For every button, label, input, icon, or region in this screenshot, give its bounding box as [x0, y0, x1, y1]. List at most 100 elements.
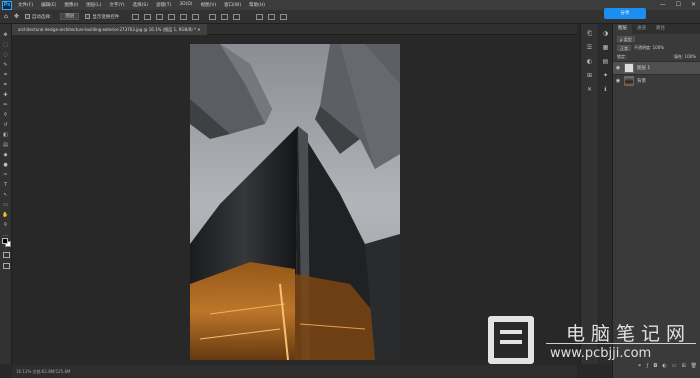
- tab-paths[interactable]: 路径: [651, 24, 670, 34]
- menu-item[interactable]: 图层(L): [86, 2, 101, 8]
- layer-name: 图层 1: [637, 66, 651, 71]
- channels-icon[interactable]: ⊞: [585, 72, 594, 80]
- align-center-icon[interactable]: [144, 13, 152, 20]
- menu-item[interactable]: 滤镜(T): [156, 2, 171, 8]
- align-middle-icon[interactable]: [180, 13, 188, 20]
- quick-select-tool-icon[interactable]: ✎: [2, 62, 10, 69]
- brush-tool-icon[interactable]: ✏: [2, 102, 10, 109]
- info-icon[interactable]: ℹ: [601, 86, 610, 94]
- layer-row[interactable]: ◉ 图层 1: [613, 61, 700, 74]
- checkbox-icon: [24, 14, 30, 19]
- menu-item[interactable]: 文字(Y): [109, 2, 124, 8]
- opacity-field[interactable]: 不透明度: 100%: [634, 45, 664, 51]
- dodge-tool-icon[interactable]: ●: [2, 162, 10, 169]
- styles-icon[interactable]: ✦: [601, 72, 610, 80]
- tools-panel: ✥ ⬚ ◌ ✎ ⌗ ✒ ✚ ✏ ⚲ ↺ ◧ ▤ ◆ ● ✑ T ↖ ▭ ✋ ⚲ …: [0, 24, 12, 364]
- libraries-icon[interactable]: ▤: [601, 58, 610, 66]
- show-transform-checkbox[interactable]: 显示变换控件: [85, 14, 119, 20]
- menu-items: 文件(F) 编辑(E) 图像(I) 图层(L) 文字(Y) 选择(S) 滤镜(T) 3D(D)…: [18, 2, 265, 8]
- distribute-icon[interactable]: [233, 13, 241, 20]
- show-transform-label: 显示变换控件: [92, 14, 120, 20]
- tab-layers[interactable]: 图层: [613, 24, 632, 34]
- 3d-mode-icon[interactable]: [256, 13, 264, 20]
- visibility-eye-icon[interactable]: ◉: [615, 78, 621, 84]
- layer-filter-select[interactable]: ρ 类型: [617, 35, 635, 42]
- distribute-icon[interactable]: [209, 13, 217, 20]
- blend-mode-select[interactable]: 正常: [617, 44, 631, 51]
- panel-collapse-strip: ◑ ▦ ▤ ✦ ℹ: [599, 24, 612, 364]
- auto-select-checkbox[interactable]: 自动选择：: [24, 14, 55, 20]
- menu-item[interactable]: 帮助(H): [249, 2, 265, 8]
- lasso-tool-icon[interactable]: ◌: [2, 52, 10, 59]
- document-tab[interactable]: architectural-design-architecture-buildi…: [12, 24, 207, 35]
- panel-icon-strip: ⎗ ☰ ◐ ⊞ ✕: [580, 24, 598, 364]
- path-select-tool-icon[interactable]: ↖: [2, 192, 10, 199]
- watermark-logo-icon: [488, 316, 534, 364]
- maximize-button[interactable]: ☐: [676, 1, 681, 8]
- lock-label: 锁定:: [617, 53, 627, 59]
- watermark-url: www.pcbjji.com: [550, 346, 652, 361]
- foreground-color-swatch[interactable]: [2, 238, 8, 244]
- document-canvas[interactable]: [190, 44, 400, 360]
- color-icon[interactable]: ◑: [601, 30, 610, 38]
- paths-icon[interactable]: ✕: [585, 86, 594, 94]
- marquee-tool-icon[interactable]: ⬚: [2, 42, 10, 49]
- menu-item[interactable]: 窗口(W): [224, 2, 241, 8]
- history-icon[interactable]: ⎗: [585, 30, 594, 38]
- watermark-divider: [546, 343, 696, 344]
- menu-item[interactable]: 文件(F): [18, 2, 33, 8]
- auto-select-dropdown[interactable]: 图层: [60, 13, 80, 20]
- zoom-tool-icon[interactable]: ⚲: [2, 222, 10, 229]
- eraser-tool-icon[interactable]: ◧: [2, 132, 10, 139]
- document-tab-bar: architectural-design-architecture-buildi…: [12, 24, 577, 35]
- close-button[interactable]: ✕: [691, 1, 696, 8]
- rectangle-tool-icon[interactable]: ▭: [2, 202, 10, 209]
- home-icon[interactable]: ⌂: [4, 13, 8, 20]
- checkbox-icon: [85, 14, 91, 19]
- layer-row[interactable]: ◉ 背景: [613, 74, 700, 87]
- crop-tool-icon[interactable]: ⌗: [2, 72, 10, 79]
- properties-icon[interactable]: ☰: [585, 44, 594, 52]
- align-bottom-icon[interactable]: [192, 13, 200, 20]
- screen-mode-icon[interactable]: [3, 263, 10, 269]
- layer-thumbnail: [624, 76, 634, 86]
- menu-item[interactable]: 图像(I): [64, 2, 78, 8]
- menu-item[interactable]: 选择(S): [133, 2, 148, 8]
- minimize-button[interactable]: —: [660, 1, 666, 8]
- hand-tool-icon[interactable]: ✋: [2, 212, 10, 219]
- fill-field[interactable]: 填充: 100%: [674, 54, 696, 60]
- pen-tool-icon[interactable]: ✑: [2, 172, 10, 179]
- blur-tool-icon[interactable]: ◆: [2, 152, 10, 159]
- skyscraper-photo: [190, 44, 400, 360]
- move-tool-icon[interactable]: ✥: [2, 32, 10, 39]
- options-bar: ⌂ ✥ 自动选择： 图层 显示变换控件: [0, 10, 700, 24]
- share-button[interactable]: 分享: [604, 8, 646, 19]
- type-tool-icon[interactable]: T: [2, 182, 10, 189]
- 3d-mode-icon[interactable]: [268, 13, 276, 20]
- align-right-icon[interactable]: [156, 13, 164, 20]
- adjustments-icon[interactable]: ◐: [585, 58, 594, 66]
- layer-thumbnail: [624, 63, 634, 73]
- eyedropper-tool-icon[interactable]: ✒: [2, 82, 10, 89]
- watermark-title: 电脑笔记网: [566, 323, 692, 345]
- align-top-icon[interactable]: [168, 13, 176, 20]
- menu-item[interactable]: 视图(V): [201, 2, 217, 8]
- move-tool-icon[interactable]: ✥: [14, 13, 19, 20]
- layer-name: 背景: [637, 79, 646, 84]
- swatches-icon[interactable]: ▦: [601, 44, 610, 52]
- quick-mask-icon[interactable]: [3, 252, 10, 258]
- visibility-eye-icon[interactable]: ◉: [615, 65, 621, 71]
- align-left-icon[interactable]: [132, 13, 140, 20]
- watermark: 电脑笔记网 www.pcbjji.com: [488, 316, 698, 378]
- menu-item[interactable]: 3D(D): [179, 2, 192, 8]
- history-brush-tool-icon[interactable]: ↺: [2, 122, 10, 129]
- healing-brush-tool-icon[interactable]: ✚: [2, 92, 10, 99]
- clone-stamp-tool-icon[interactable]: ⚲: [2, 112, 10, 119]
- menu-item[interactable]: 编辑(E): [41, 2, 56, 8]
- auto-select-label: 自动选择：: [31, 14, 55, 20]
- tab-channels[interactable]: 通道: [632, 24, 651, 34]
- 3d-mode-icon[interactable]: [280, 13, 288, 20]
- distribute-icon[interactable]: [221, 13, 229, 20]
- photoshop-logo: Ps: [2, 0, 12, 10]
- gradient-tool-icon[interactable]: ▤: [2, 142, 10, 149]
